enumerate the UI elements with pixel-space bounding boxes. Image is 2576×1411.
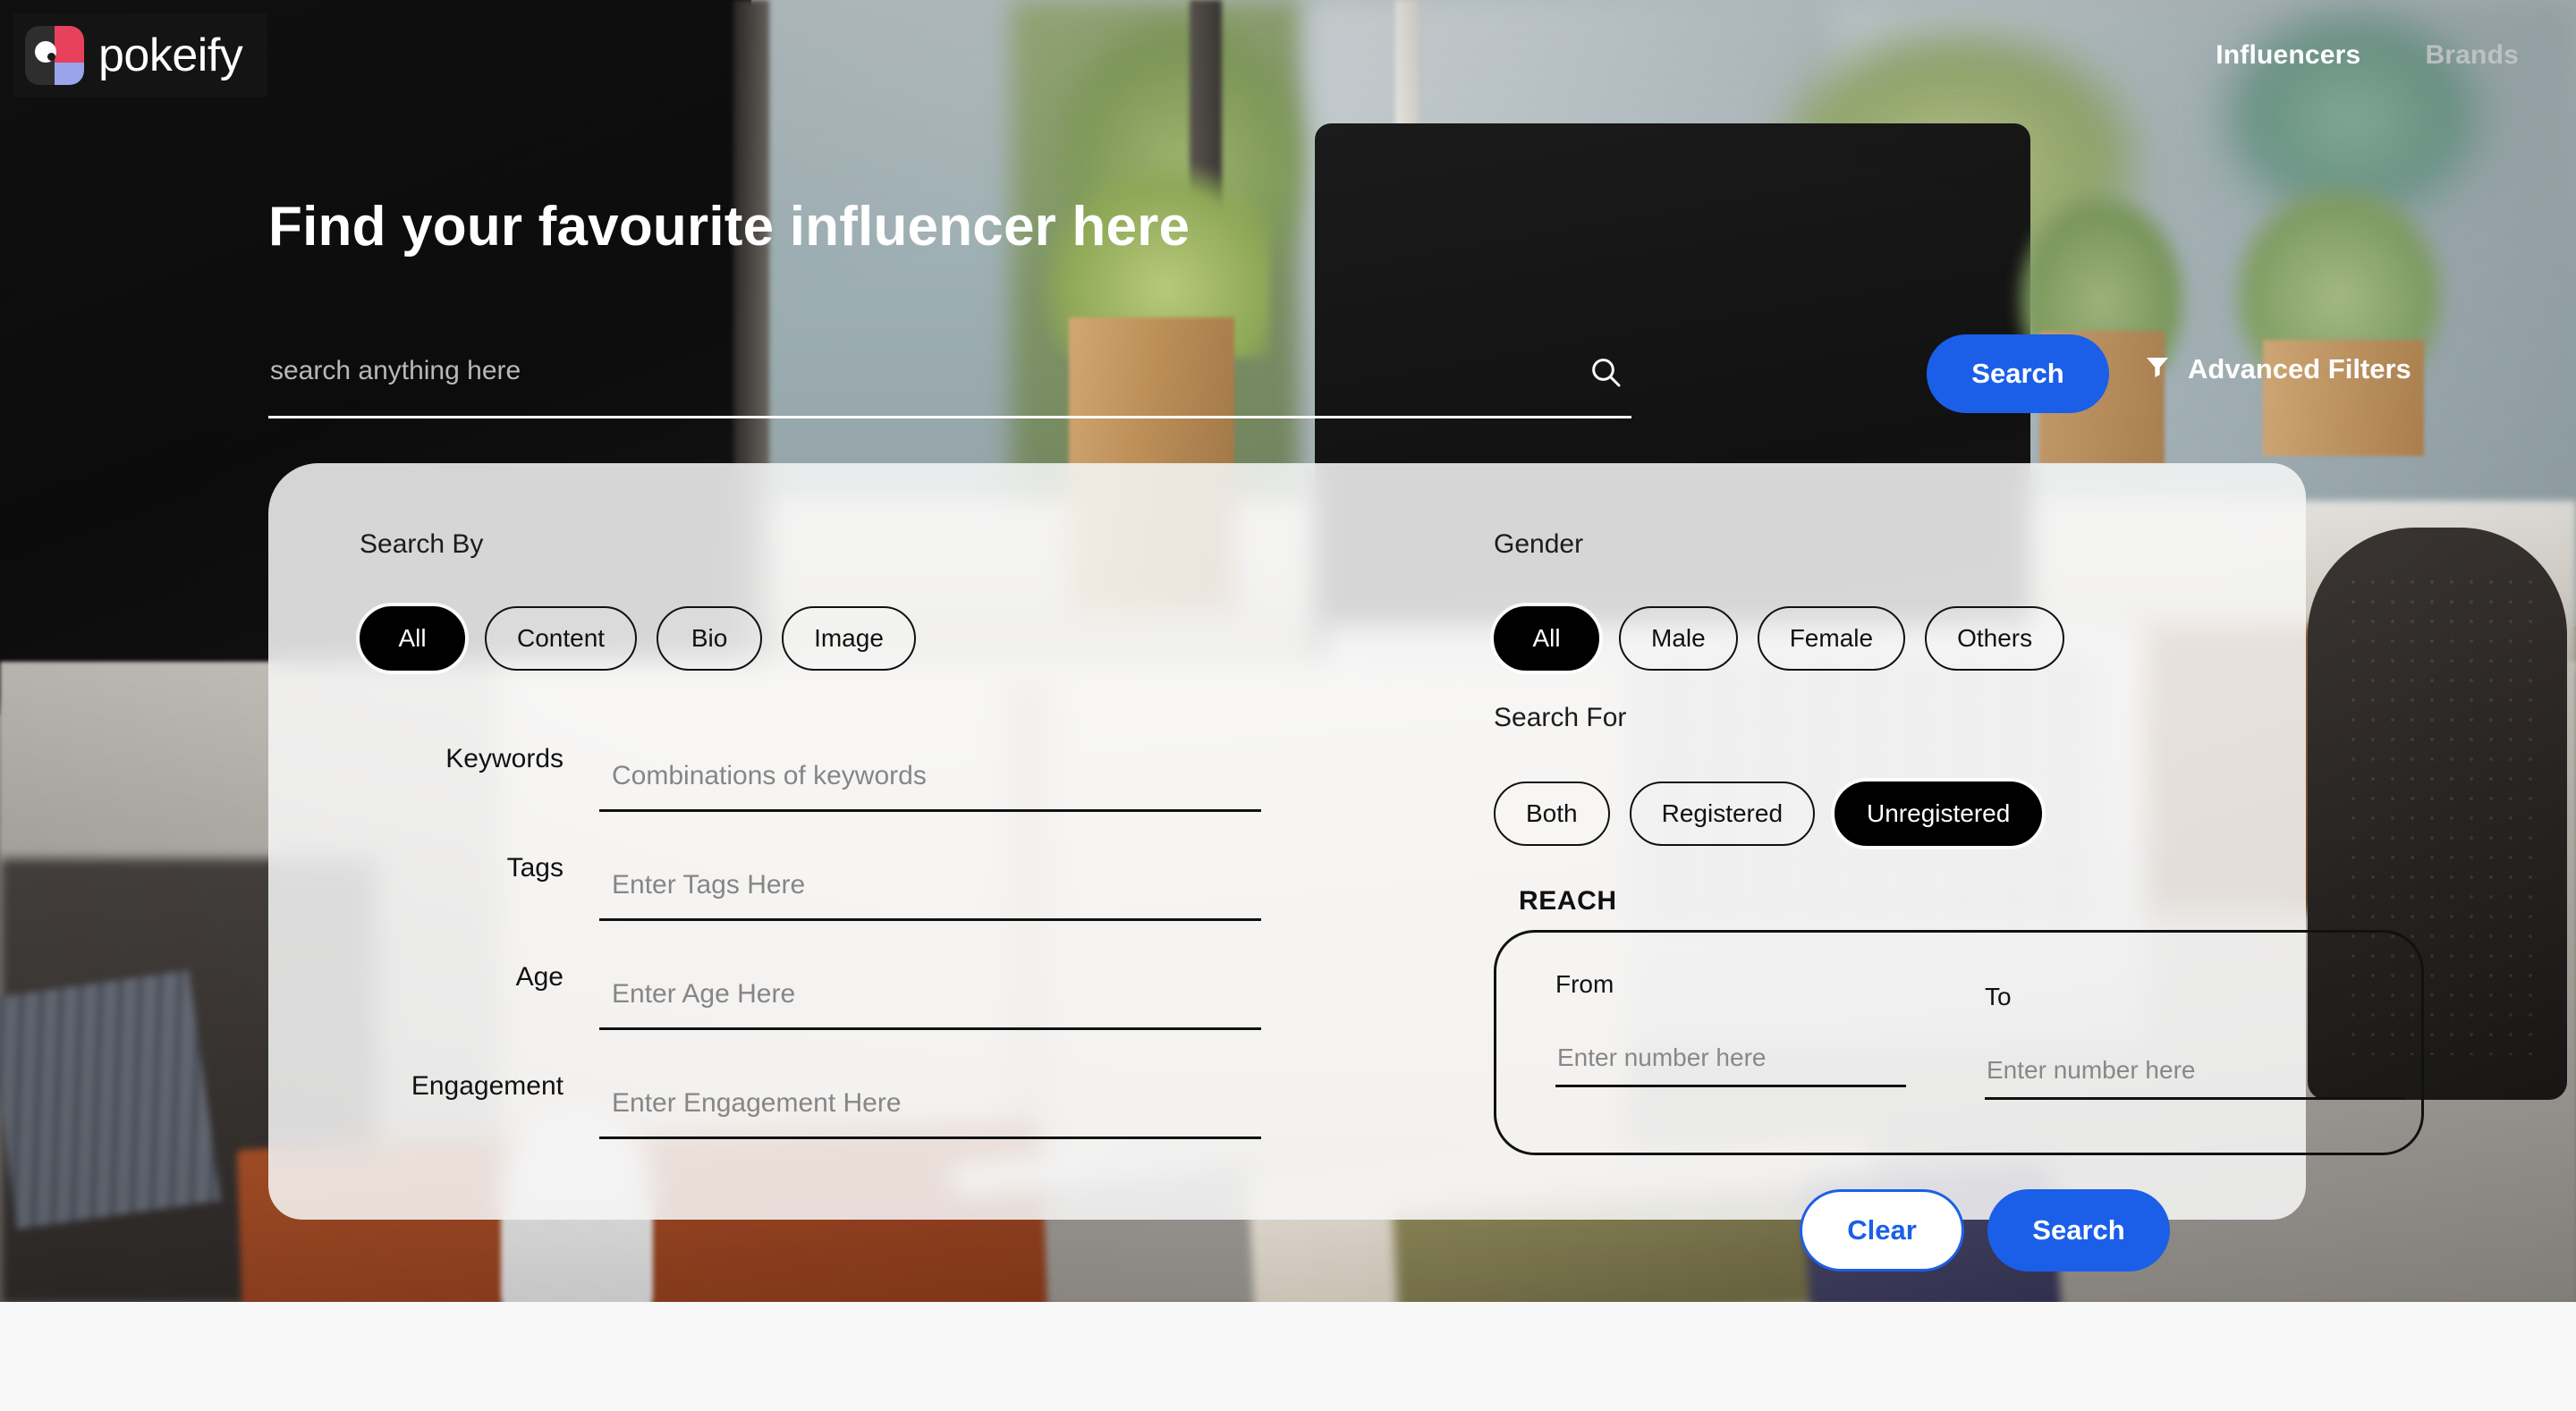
- chip-search-by-all[interactable]: All: [360, 606, 465, 671]
- nav-link-influencers[interactable]: Influencers: [2216, 40, 2360, 71]
- field-label-age: Age: [515, 962, 564, 992]
- reach-from-group: From: [1555, 970, 1906, 1087]
- chip-gender-male[interactable]: Male: [1619, 606, 1738, 671]
- reach-label: REACH: [1519, 886, 1617, 916]
- reach-range-box: From To: [1494, 930, 2424, 1155]
- parrot-logo-icon: [25, 26, 84, 85]
- chip-search-for-registered[interactable]: Registered: [1629, 782, 1816, 846]
- logo-eye-shape: [34, 41, 56, 63]
- chip-search-for-unregistered[interactable]: Unregistered: [1835, 782, 2043, 846]
- search-by-chip-group: All Content Bio Image: [360, 606, 916, 671]
- chip-gender-female[interactable]: Female: [1757, 606, 1906, 671]
- advanced-filters-label: Advanced Filters: [2188, 352, 2411, 384]
- hero-search-row: Search Advanced Filters: [268, 333, 2411, 418]
- filter-fields-list: Keywords Tags Age: [331, 703, 1333, 1139]
- nav-link-brands[interactable]: Brands: [2425, 40, 2519, 71]
- reach-to-field[interactable]: [1985, 1052, 2405, 1100]
- brand-logo[interactable]: pokeify: [13, 13, 268, 97]
- gender-chip-group: All Male Female Others: [1494, 606, 2065, 671]
- nav-links: Influencers Brands: [2216, 40, 2519, 71]
- age-input[interactable]: [599, 974, 1261, 1015]
- page-footer-area: [0, 1302, 2576, 1411]
- field-label-tags: Tags: [506, 853, 564, 883]
- keywords-input[interactable]: [599, 756, 1261, 797]
- reach-to-group: To: [1985, 983, 2405, 1100]
- field-row-age: Age: [331, 921, 1333, 1030]
- reach-from-input[interactable]: [1555, 1040, 1906, 1076]
- brand-name: pokeify: [98, 30, 243, 81]
- tags-input[interactable]: [599, 865, 1261, 906]
- field-row-tags: Tags: [331, 812, 1333, 921]
- search-for-label: Search For: [1494, 703, 1627, 732]
- field-wrap-engagement[interactable]: [599, 1083, 1261, 1139]
- chip-search-by-image[interactable]: Image: [782, 606, 916, 671]
- advanced-filters-panel: Search By All Content Bio Image Keywords…: [268, 463, 2424, 1220]
- field-wrap-keywords[interactable]: [599, 756, 1261, 812]
- advanced-filters-button[interactable]: Advanced Filters: [2143, 352, 2411, 385]
- search-icon[interactable]: [1588, 354, 1623, 390]
- logo-foot-shape: [55, 62, 84, 85]
- field-label-keywords: Keywords: [445, 744, 564, 773]
- reach-to-input[interactable]: [1985, 1052, 2405, 1088]
- engagement-input[interactable]: [599, 1083, 1261, 1124]
- panel-search-button[interactable]: Search: [1987, 1189, 2170, 1272]
- chip-search-for-both[interactable]: Both: [1494, 782, 1610, 846]
- field-wrap-age[interactable]: [599, 974, 1261, 1030]
- hero-content: Find your favourite influencer here Sear…: [0, 0, 2576, 1302]
- chip-search-by-bio[interactable]: Bio: [657, 606, 763, 671]
- reach-from-field[interactable]: [1555, 1040, 1906, 1087]
- filter-panel-actions: Clear Search: [1800, 1189, 2170, 1272]
- page-title: Find your favourite influencer here: [268, 196, 1191, 258]
- chip-gender-all[interactable]: All: [1494, 606, 1599, 671]
- field-wrap-tags[interactable]: [599, 865, 1261, 921]
- filter-funnel-icon: [2143, 352, 2172, 385]
- logo-beak-shape: [55, 26, 84, 63]
- chip-gender-others[interactable]: Others: [1925, 606, 2065, 671]
- clear-button[interactable]: Clear: [1800, 1189, 1964, 1272]
- search-for-chip-group: Both Registered Unregistered: [1494, 782, 2043, 846]
- search-by-label: Search By: [360, 529, 484, 559]
- hero-search-button[interactable]: Search: [1927, 334, 2109, 413]
- field-label-engagement: Engagement: [411, 1071, 564, 1101]
- field-row-keywords: Keywords: [331, 703, 1333, 812]
- reach-from-label: From: [1555, 970, 1614, 998]
- hero-search-field[interactable]: [268, 333, 1631, 418]
- gender-label: Gender: [1494, 529, 1584, 559]
- top-navbar: pokeify Influencers Brands: [0, 0, 2576, 111]
- reach-to-label: To: [1985, 983, 2012, 1010]
- field-row-engagement: Engagement: [331, 1030, 1333, 1139]
- chip-search-by-content[interactable]: Content: [485, 606, 638, 671]
- search-input[interactable]: [268, 333, 1631, 410]
